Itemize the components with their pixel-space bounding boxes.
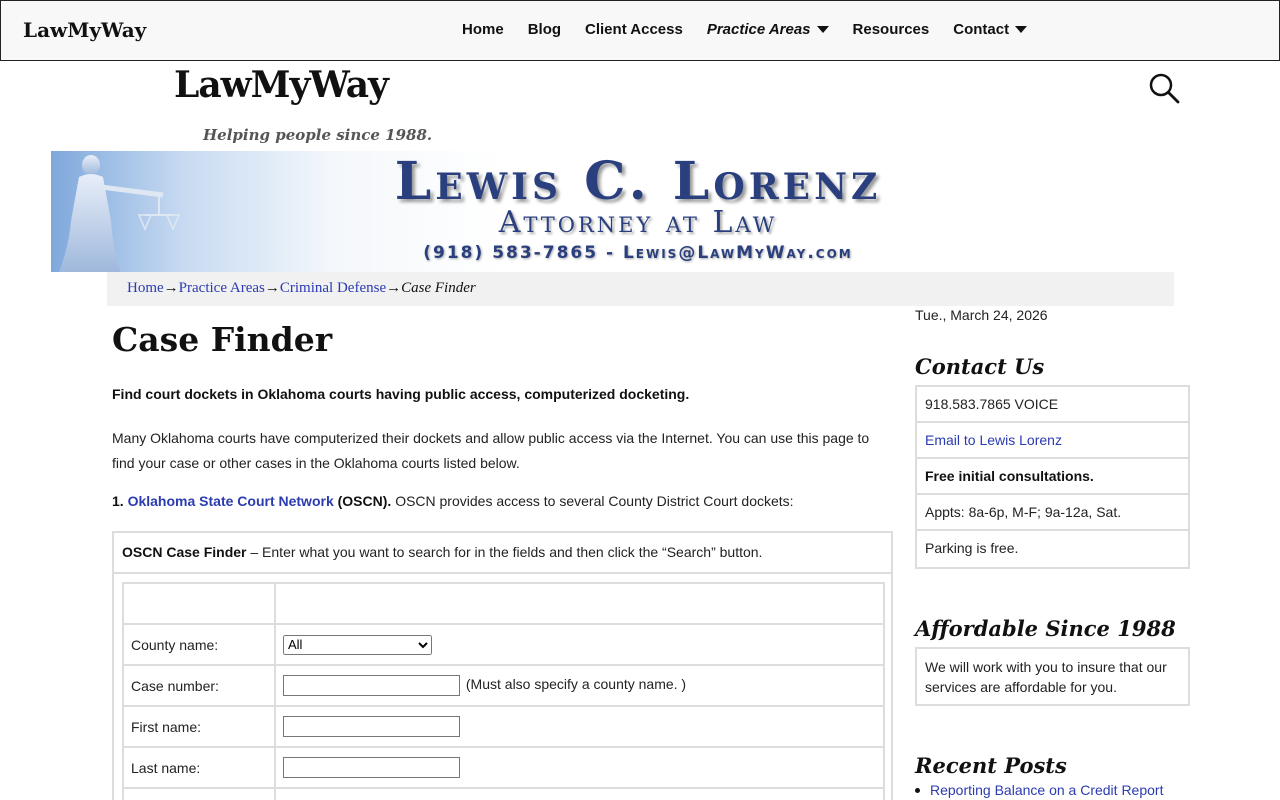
last-name-cell — [274, 746, 885, 789]
nav-client-access[interactable]: Client Access — [585, 21, 683, 38]
caret-down-icon — [816, 26, 829, 33]
empty-cell — [274, 582, 885, 625]
oscn-description: OSCN provides access to several County D… — [395, 493, 794, 509]
case-finder-title: OSCN Case Finder — [122, 544, 247, 560]
nav-home[interactable]: Home — [462, 21, 504, 38]
breadcrumb: Home→Practice Areas→Criminal Defense→Cas… — [107, 272, 1174, 306]
contact-email-row: Email to Lewis Lorenz — [917, 423, 1188, 459]
table-row: Last name: — [122, 746, 885, 789]
contact-parking: Parking is free. — [925, 540, 1019, 556]
oscn-link[interactable]: Oklahoma State Court Network — [128, 493, 334, 509]
navbar-brand[interactable]: LawMyWay — [23, 18, 146, 42]
contact-appointments: Appts: 8a-6p, M-F; 9a-12a, Sat. — [917, 495, 1188, 531]
header-banner: Lewis C. Lorenz Attorney at Law (918) 58… — [51, 151, 1174, 272]
contact-us-heading: Contact Us — [915, 354, 1045, 379]
nav-contact-label: Contact — [953, 21, 1010, 38]
breadcrumb-practice-areas[interactable]: Practice Areas — [179, 280, 265, 296]
site-tagline: Helping people since 1988. — [203, 126, 433, 144]
case-finder-instructions: – Enter what you want to search for in t… — [250, 544, 763, 560]
county-label: County name: — [122, 623, 276, 666]
breadcrumb-home[interactable]: Home — [127, 280, 164, 296]
top-navbar: LawMyWay Home Blog Client Access Practic… — [0, 0, 1280, 61]
bullet-icon — [915, 787, 920, 793]
table-row — [122, 787, 885, 800]
last-name-label: Last name: — [122, 746, 276, 789]
caret-down-icon — [1015, 26, 1028, 33]
nav-resources[interactable]: Resources — [853, 21, 930, 38]
empty-cell — [122, 582, 276, 625]
case-number-note: (Must also specify a county name. ) — [465, 676, 687, 693]
affordable-box: We will work with you to insure that our… — [915, 647, 1190, 706]
empty-cell — [122, 787, 276, 800]
breadcrumb-arrow: → — [386, 280, 402, 296]
recent-posts-heading: Recent Posts — [915, 753, 1067, 778]
case-finder-header: OSCN Case Finder – Enter what you want t… — [114, 533, 891, 574]
breadcrumb-arrow: → — [163, 280, 179, 296]
banner-attorney-name: Lewis C. Lorenz — [394, 151, 882, 212]
contact-consultations: Free initial consultations. — [917, 459, 1188, 495]
lead-text: Find court dockets in Oklahoma courts ha… — [112, 386, 690, 402]
list-item: Reporting Balance on a Credit Report — [915, 782, 1163, 798]
current-date: Tue., March 24, 2026 — [915, 307, 1048, 323]
nav-contact[interactable]: Contact — [953, 21, 1028, 38]
nav-practice-areas-label: Practice Areas — [706, 21, 811, 38]
table-row: Case number: (Must also specify a county… — [122, 664, 885, 707]
list-number: 1. — [112, 493, 124, 509]
breadcrumb-criminal-defense[interactable]: Criminal Defense — [280, 280, 386, 296]
case-finder-form: County name: All Case number: (Must also… — [122, 582, 885, 800]
intro-paragraph: Many Oklahoma courts have computerized t… — [112, 430, 870, 471]
nav-resources-label: Resources — [852, 21, 930, 38]
case-number-cell: (Must also specify a county name. ) — [274, 664, 885, 707]
oscn-case-finder: OSCN Case Finder – Enter what you want t… — [112, 531, 893, 800]
contact-phone: 918.583.7865 VOICE — [917, 387, 1188, 423]
banner-subtitle: Attorney at Law — [498, 205, 778, 240]
recent-post-link[interactable]: Reporting Balance on a Credit Report — [930, 782, 1163, 798]
county-select[interactable]: All — [283, 634, 432, 655]
first-name-cell — [274, 705, 885, 748]
case-number-input[interactable] — [283, 675, 460, 696]
breadcrumb-current: Case Finder — [401, 280, 476, 296]
banner-contact: (918) 583-7865 - Lewis@LawMyWay.com — [423, 243, 853, 263]
email-link[interactable]: Email to Lewis Lorenz — [925, 432, 1062, 448]
lady-justice-icon — [59, 155, 181, 272]
nav-blog[interactable]: Blog — [528, 21, 561, 38]
nav-practice-areas[interactable]: Practice Areas — [707, 21, 829, 38]
main-nav: Home Blog Client Access Practice Areas R… — [462, 21, 1051, 38]
recent-posts-list: Reporting Balance on a Credit Report — [915, 782, 1163, 798]
nav-client-access-label: Client Access — [585, 21, 683, 38]
oscn-line: 1. Oklahoma State Court Network (OSCN). … — [112, 493, 794, 509]
first-name-label: First name: — [122, 705, 276, 748]
table-row — [122, 582, 885, 625]
page-title: Case Finder — [112, 320, 333, 359]
last-name-input[interactable] — [283, 757, 460, 778]
affordable-heading: Affordable Since 1988 — [915, 616, 1176, 641]
case-number-label: Case number: — [122, 664, 276, 707]
table-row: First name: — [122, 705, 885, 748]
table-row: County name: All — [122, 623, 885, 666]
first-name-input[interactable] — [283, 716, 460, 737]
site-title[interactable]: LawMyWay — [174, 64, 389, 106]
empty-cell — [274, 787, 885, 800]
search-icon[interactable] — [1148, 72, 1180, 104]
county-cell: All — [274, 623, 885, 666]
breadcrumb-arrow: → — [264, 280, 280, 296]
nav-blog-label: Blog — [527, 21, 562, 38]
contact-box: 918.583.7865 VOICE Email to Lewis Lorenz… — [915, 385, 1190, 569]
nav-home-label: Home — [462, 21, 504, 38]
oscn-abbr: (OSCN). — [337, 493, 392, 509]
